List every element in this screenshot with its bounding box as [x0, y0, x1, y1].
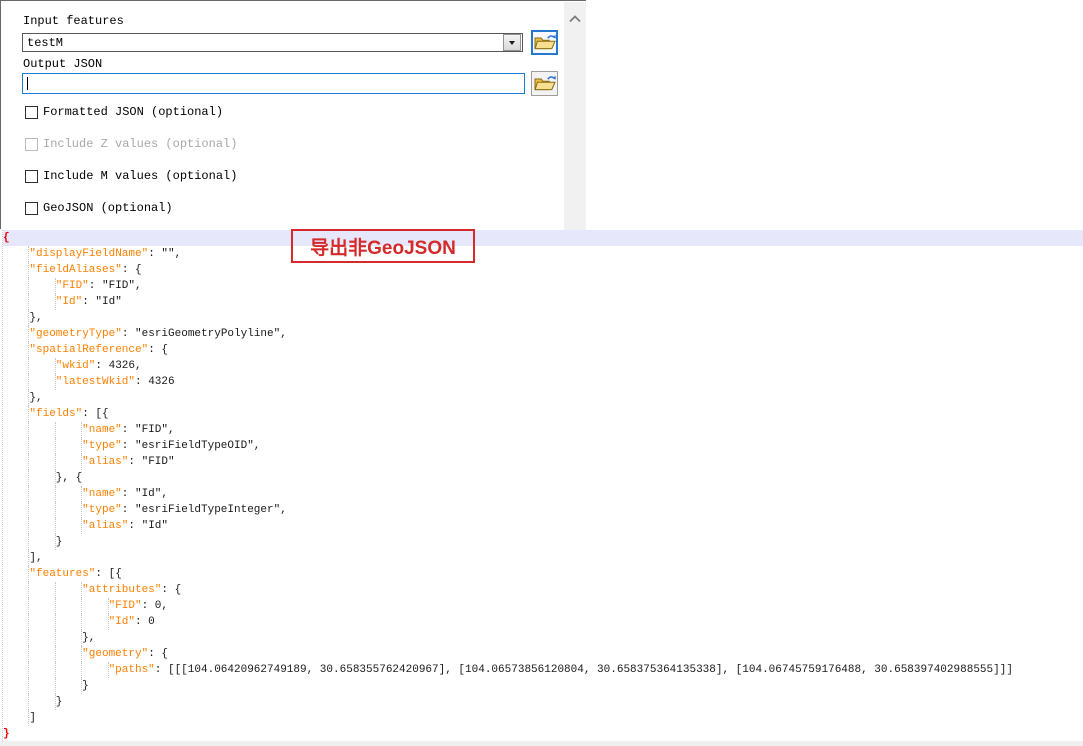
- checkbox-box[interactable]: [25, 201, 38, 215]
- code-line: "latestWkid": 4326: [3, 374, 1083, 390]
- checkbox-label: Include M values (optional): [43, 169, 238, 183]
- checkbox-label: GeoJSON (optional): [43, 201, 173, 215]
- checkbox-include-z-values: Include Z values (optional): [25, 137, 237, 151]
- code-line: "geometryType": "esriGeometryPolyline",: [3, 326, 1083, 342]
- code-line: ]: [3, 710, 1083, 726]
- code-line: "spatialReference": {: [3, 342, 1083, 358]
- checkbox-formatted-json[interactable]: Formatted JSON (optional): [25, 105, 223, 119]
- input-features-combobox[interactable]: testM: [22, 33, 523, 52]
- code-line: "name": "FID",: [3, 422, 1083, 438]
- annotation-text: 导出非GeoJSON: [310, 237, 456, 259]
- dropdown-arrow-icon: [509, 40, 515, 45]
- code-line: "geometry": {: [3, 646, 1083, 662]
- code-line: }, {: [3, 470, 1083, 486]
- code-line: ],: [3, 550, 1083, 566]
- code-line: "Id": 0: [3, 614, 1083, 630]
- code-line: "attributes": {: [3, 582, 1083, 598]
- input-features-value[interactable]: testM: [23, 36, 503, 50]
- code-line: }: [3, 534, 1083, 550]
- checkbox-label: Include Z values (optional): [43, 137, 238, 151]
- open-folder-icon: [534, 34, 556, 50]
- code-line: }: [3, 678, 1083, 694]
- code-line: },: [3, 390, 1083, 406]
- screenshot-root: Input features testM Output JSON Formatt…: [0, 0, 1083, 746]
- checkbox-geojson[interactable]: GeoJSON (optional): [25, 201, 173, 215]
- code-area[interactable]: {"displayFieldName": "", "fieldAliases": …: [0, 230, 1083, 742]
- combobox-dropdown-button[interactable]: [503, 34, 521, 51]
- annotation-box: 导出非GeoJSON: [291, 229, 475, 263]
- code-line: "alias": "FID": [3, 454, 1083, 470]
- open-folder-icon: [534, 75, 556, 91]
- output-json-label: Output JSON: [23, 57, 103, 71]
- code-line: "fields": [{: [3, 406, 1083, 422]
- code-line: "FID": "FID",: [3, 278, 1083, 294]
- checkbox-box[interactable]: [25, 169, 38, 183]
- chevron-up-icon[interactable]: [569, 15, 581, 23]
- code-line: "displayFieldName": "",: [3, 246, 1083, 262]
- checkbox-box[interactable]: [25, 105, 38, 119]
- browse-input-features-button[interactable]: [531, 30, 558, 55]
- code-line: "paths": [[[104.06420962749189, 30.65835…: [3, 662, 1083, 678]
- checkbox-label: Formatted JSON (optional): [43, 105, 224, 119]
- input-features-label: Input features: [23, 14, 124, 28]
- indent-guide-margin: [2, 230, 3, 741]
- code-line: "FID": 0,: [3, 598, 1083, 614]
- editor-bottom-strip: [0, 741, 1083, 746]
- code-line: "type": "esriFieldTypeInteger",: [3, 502, 1083, 518]
- output-json-input[interactable]: [22, 73, 525, 94]
- code-line: "type": "esriFieldTypeOID",: [3, 438, 1083, 454]
- checkbox-include-m-values[interactable]: Include M values (optional): [25, 169, 237, 183]
- code-line: "fieldAliases": {: [3, 262, 1083, 278]
- code-line: "features": [{: [3, 566, 1083, 582]
- code-line: }: [3, 694, 1083, 710]
- code-line: },: [3, 310, 1083, 326]
- checkbox-box: [25, 137, 38, 151]
- code-line: "name": "Id",: [3, 486, 1083, 502]
- features-to-json-dialog: Input features testM Output JSON Formatt…: [0, 0, 586, 230]
- code-line: "wkid": 4326,: [3, 358, 1083, 374]
- code-line: }: [3, 728, 10, 740]
- code-line: {: [3, 230, 1083, 246]
- code-line: },: [3, 630, 1083, 646]
- code-line: "Id": "Id": [3, 294, 1083, 310]
- dialog-scrollbar[interactable]: [564, 2, 586, 230]
- browse-output-json-button[interactable]: [531, 71, 558, 96]
- code-line: "alias": "Id": [3, 518, 1083, 534]
- text-caret: [27, 77, 28, 90]
